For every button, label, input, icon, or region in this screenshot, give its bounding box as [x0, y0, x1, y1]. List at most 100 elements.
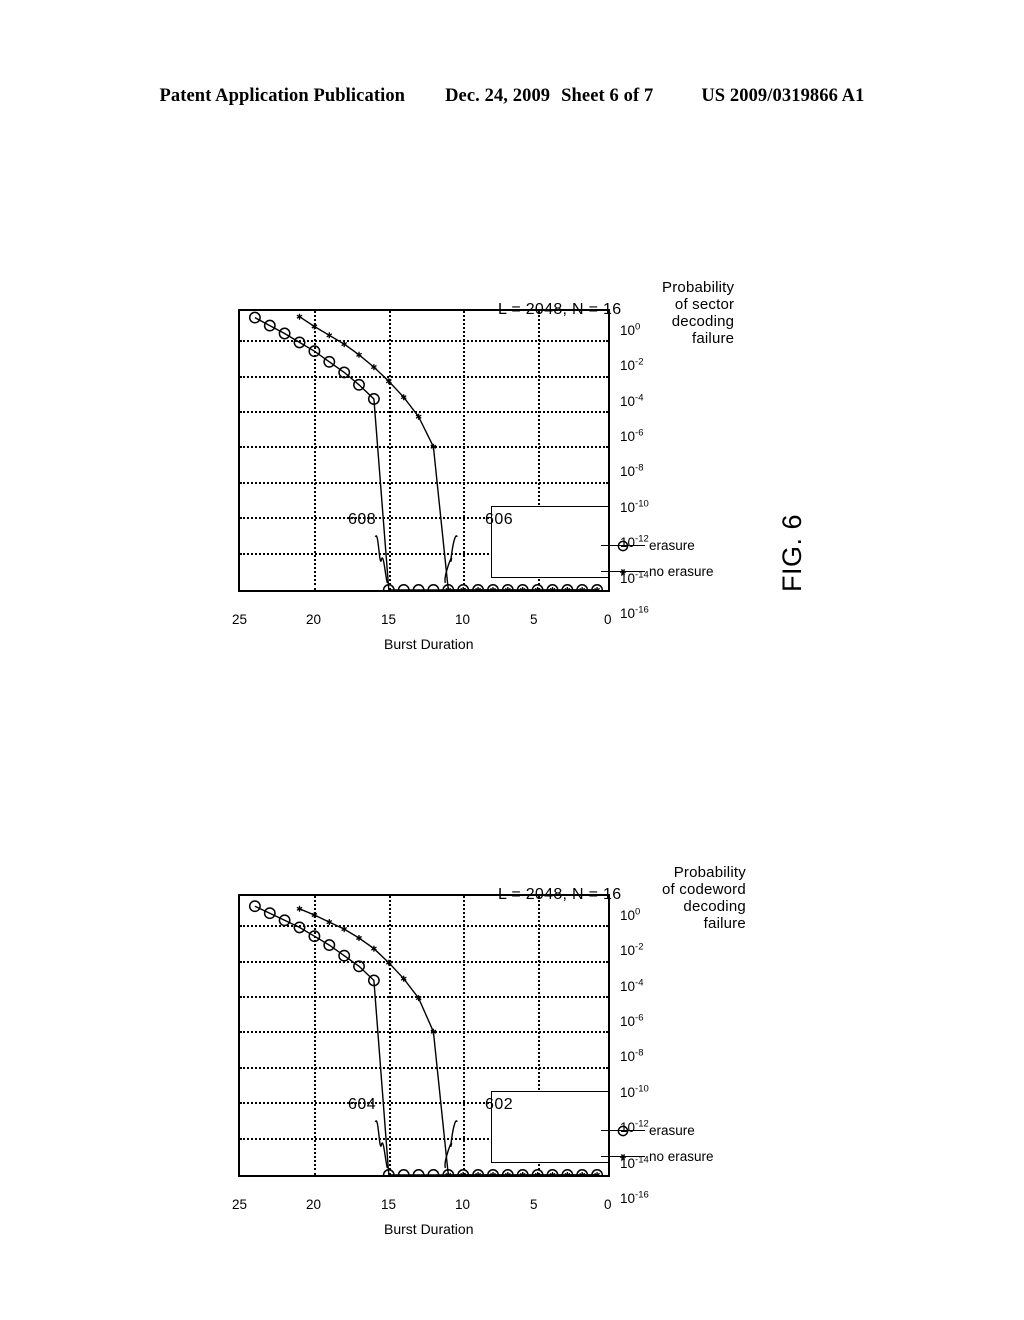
legend-circle-icon [617, 1125, 629, 1136]
marker-circle [561, 1169, 574, 1175]
gridline-decade [240, 925, 608, 928]
marker-circle [561, 584, 574, 590]
marker-circle [293, 921, 306, 934]
gridline-burst [388, 896, 391, 1175]
marker-circle [576, 1169, 589, 1175]
marker-star [445, 587, 452, 590]
gridline-decade [240, 375, 608, 378]
xtick-label: 15 [380, 1197, 396, 1212]
marker-star [356, 935, 362, 941]
marker-star [504, 587, 511, 590]
legend-entry: no erasure [600, 563, 714, 579]
marker-star [356, 351, 362, 358]
xtick-label: 25 [232, 1197, 248, 1212]
legend-marker-sample [600, 1150, 645, 1162]
marker-circle [353, 378, 365, 391]
marker-circle [263, 319, 276, 332]
legend-entry: erasure [600, 537, 695, 553]
y-axis-title-line: Probability [662, 279, 735, 296]
ytick-label: 10-16 [620, 604, 649, 622]
xtick-label: 10 [455, 1197, 471, 1212]
marker-star [579, 1172, 586, 1175]
header-doc-number: US 2009/0319866 A1 [701, 86, 865, 106]
marker-star [519, 1172, 526, 1175]
marker-circle [427, 584, 440, 590]
page-header: Patent Application Publication Dec. 24, … [0, 86, 1024, 107]
callout-leader-line [374, 1120, 388, 1169]
xtick-label: 0 [604, 1197, 612, 1212]
ytick-label: 10-8 [620, 1048, 644, 1065]
gridline-decade [240, 996, 608, 999]
y-axis-title-line: of codeword [662, 881, 746, 898]
gridline-burst [463, 311, 466, 590]
marker-star [579, 587, 586, 590]
y-axis-title-line: decoding [671, 313, 735, 330]
gridline-decade [240, 1031, 608, 1034]
marker-circle [367, 974, 380, 987]
xtick-label: 10 [455, 612, 471, 627]
legend-entry: erasure [600, 1122, 695, 1138]
marker-star [564, 1172, 571, 1175]
ytick-label: 10-2 [620, 941, 644, 959]
marker-circle [501, 584, 514, 590]
x-axis-title: Burst Duration [384, 636, 474, 652]
marker-star [475, 587, 482, 590]
legend-star-icon [619, 1153, 626, 1160]
marker-circle [248, 900, 261, 913]
chart-sector-decoding: 100 10-2 10-4 10-6 10-8 10-10 10-12 10-14 10-16 0… [230, 279, 734, 680]
marker-circle [278, 327, 291, 340]
legend-label: no erasure [648, 563, 714, 579]
y-axis-title-line: failure [691, 330, 735, 347]
marker-circle [412, 1169, 425, 1175]
marker-circle [546, 584, 559, 590]
marker-star [594, 1172, 601, 1175]
marker-circle [516, 584, 529, 590]
ytick-label: 100 [620, 321, 641, 339]
legend-label: erasure [648, 537, 695, 553]
callout-leader-line [444, 535, 458, 584]
callout-602: 602 [485, 1095, 514, 1113]
marker-star [490, 1172, 496, 1175]
y-axis-title-line: Probability [673, 864, 746, 881]
legend-circle-icon [617, 540, 629, 551]
y-axis-title-line: decoding [683, 898, 746, 915]
marker-star [400, 975, 407, 982]
chart-codeword-decoding: 100 10-2 10-4 10-6 10-8 10-10 10-12 10-14 10-16 0… [230, 864, 746, 1265]
xtick-label: 5 [529, 1197, 538, 1212]
ytick-label: 10-6 [620, 1012, 644, 1030]
legend-label: no erasure [648, 1148, 714, 1164]
gridline-burst [314, 896, 317, 1175]
marker-circle [263, 907, 276, 920]
marker-star [296, 313, 303, 320]
legend-label: erasure [648, 1122, 695, 1138]
ytick-label: 10-10 [620, 1083, 649, 1100]
marker-star [594, 587, 601, 590]
marker-star [415, 413, 422, 420]
legend-marker-sample [600, 1124, 645, 1136]
marker-circle [367, 393, 380, 405]
marker-circle [323, 939, 336, 952]
gridline-decade [240, 481, 608, 484]
gridline-decade [240, 340, 608, 343]
marker-star [519, 587, 526, 590]
ytick-label: 10-4 [620, 977, 644, 994]
legend-marker-sample [600, 565, 645, 577]
marker-star [370, 945, 377, 952]
gridline-burst [388, 311, 391, 590]
marker-circle [546, 1169, 559, 1175]
callout-608: 608 [348, 510, 377, 528]
marker-star [370, 364, 377, 371]
gridline-burst [463, 896, 466, 1175]
gridline-decade [240, 411, 608, 414]
marker-star [326, 332, 333, 339]
callout-604: 604 [348, 1095, 377, 1113]
callout-leader-line [374, 535, 388, 584]
marker-circle [516, 1169, 529, 1175]
figure-caption: FIG. 6 [777, 513, 807, 592]
y-axis-title-line: of sector [674, 296, 735, 313]
marker-star [549, 587, 556, 590]
legend-star-icon [619, 568, 626, 575]
ytick-label: 10-10 [620, 498, 649, 515]
header-sheet: Sheet 6 of 7 [561, 86, 654, 106]
marker-circle [248, 311, 261, 324]
